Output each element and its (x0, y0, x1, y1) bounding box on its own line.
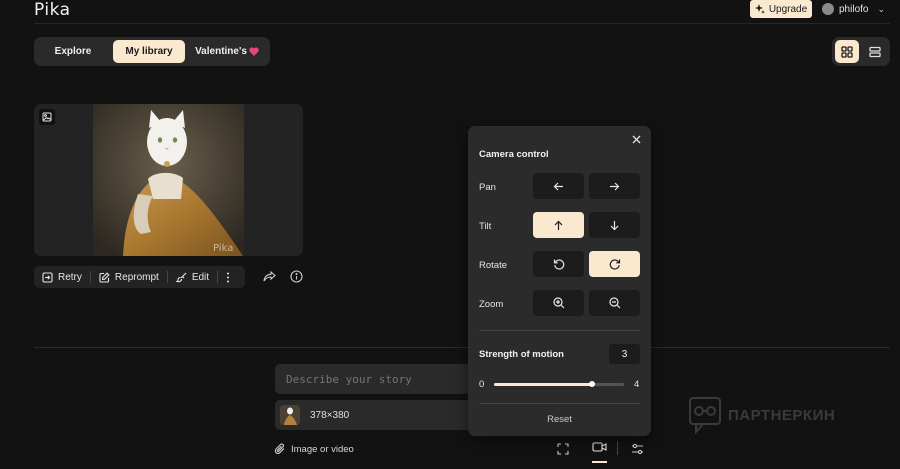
list-view-button[interactable] (863, 40, 887, 63)
zoom-out-button[interactable] (589, 290, 640, 316)
user-menu[interactable]: philofo ⌄ (822, 0, 885, 18)
heart-icon (249, 47, 259, 56)
settings-button[interactable] (631, 442, 644, 460)
slider-handle[interactable] (588, 381, 595, 387)
video-card[interactable]: Pika (34, 104, 303, 256)
attach-label: Image or video (291, 443, 354, 455)
brush-icon (175, 272, 187, 282)
card-watermark: Pika (213, 243, 233, 254)
slider-max-label: 4 (634, 379, 640, 390)
arrow-down-icon (610, 220, 619, 230)
pan-left-button[interactable] (533, 173, 584, 199)
slider-fill (494, 383, 592, 386)
arrow-up-icon (554, 220, 563, 230)
rotate-cw-icon (609, 259, 620, 270)
tilt-up-button[interactable] (533, 212, 584, 238)
toolbar-divider (617, 441, 618, 455)
expand-icon (557, 443, 569, 455)
tab-label: Explore (54, 46, 92, 57)
tilt-label: Tilt (479, 221, 492, 232)
panel-divider (479, 403, 640, 404)
section-divider (34, 347, 890, 348)
more-options-button[interactable] (218, 266, 238, 288)
panel-divider (479, 330, 640, 331)
share-icon (263, 270, 276, 282)
source-thumbnail (280, 405, 300, 425)
edit-square-icon (99, 271, 110, 283)
pika-logo[interactable]: Pika (34, 0, 71, 20)
source-image-row[interactable]: 378×380 (275, 400, 468, 430)
reset-button[interactable]: Reset (468, 414, 651, 425)
retry-label: Retry (58, 271, 82, 283)
tab-my-library[interactable]: My library (113, 40, 185, 63)
username: philofo (839, 3, 869, 15)
sparkle-icon (754, 4, 765, 14)
close-button[interactable] (629, 132, 643, 146)
edit-label: Edit (191, 271, 210, 283)
tilt-down-button[interactable] (589, 212, 640, 238)
card-actions-bar: Retry Reprompt Edit (34, 266, 245, 288)
zoom-out-icon (608, 297, 620, 309)
close-icon (632, 135, 640, 143)
partnerkin-watermark: ПАРТНЕРКИН (688, 396, 835, 434)
header-divider (34, 23, 890, 24)
avatar (822, 3, 834, 15)
more-vertical-icon (227, 272, 230, 282)
tab-explore[interactable]: Explore (37, 40, 109, 63)
tab-valentines[interactable]: Valentine's (189, 40, 265, 63)
sliders-icon (632, 443, 643, 455)
zoom-label: Zoom (479, 299, 504, 310)
list-icon (869, 46, 881, 57)
library-tabs: Explore My library Valentine's (34, 37, 270, 66)
image-type-badge (39, 109, 55, 125)
active-indicator (592, 461, 607, 463)
image-dimensions: 378×380 (310, 409, 350, 421)
upgrade-label: Upgrade (768, 3, 808, 15)
prompt-input[interactable] (275, 364, 475, 394)
rotate-label: Rotate (479, 260, 507, 271)
paperclip-icon (274, 443, 285, 454)
edit-button[interactable]: Edit (168, 266, 217, 288)
chevron-down-icon: ⌄ (877, 3, 886, 14)
zoom-in-button[interactable] (533, 290, 584, 316)
reprompt-button[interactable]: Reprompt (91, 266, 167, 288)
rotate-ccw-icon (553, 259, 564, 270)
arrow-right-icon (610, 182, 620, 190)
camera-control-button[interactable] (592, 440, 607, 463)
grid-icon (841, 45, 853, 58)
panel-title: Camera control (479, 149, 549, 160)
attach-media-button[interactable]: Image or video (274, 443, 354, 455)
tab-label: Valentine's (195, 46, 247, 57)
slider-min-label: 0 (479, 379, 485, 390)
strength-slider[interactable] (494, 381, 624, 387)
info-icon (290, 270, 303, 283)
share-button[interactable] (263, 270, 276, 288)
video-camera-icon (592, 442, 607, 452)
expand-button[interactable] (557, 442, 569, 460)
partnerkin-logo-icon (689, 397, 721, 434)
rotate-cw-button[interactable] (589, 251, 640, 277)
image-icon (42, 112, 52, 122)
info-button[interactable] (290, 270, 303, 288)
reprompt-label: Reprompt (114, 271, 159, 283)
zoom-in-icon (552, 297, 564, 309)
grid-view-button[interactable] (835, 40, 859, 63)
cat-in-gown-image: Pika (93, 104, 244, 256)
retry-icon (42, 271, 53, 283)
arrow-left-icon (553, 182, 563, 190)
watermark-text: ПАРТНЕРКИН (728, 406, 836, 424)
pan-right-button[interactable] (589, 173, 640, 199)
upgrade-button[interactable]: Upgrade (750, 0, 812, 18)
camera-control-panel: Camera control Pan Tilt Rotate Zoom Stre… (468, 126, 651, 436)
retry-button[interactable]: Retry (34, 266, 90, 288)
rotate-ccw-button[interactable] (533, 251, 584, 277)
strength-value-input[interactable]: 3 (609, 344, 640, 364)
pan-label: Pan (479, 182, 496, 193)
view-toggle (832, 37, 890, 66)
tab-label: My library (125, 46, 173, 57)
strength-label: Strength of motion (479, 349, 564, 360)
